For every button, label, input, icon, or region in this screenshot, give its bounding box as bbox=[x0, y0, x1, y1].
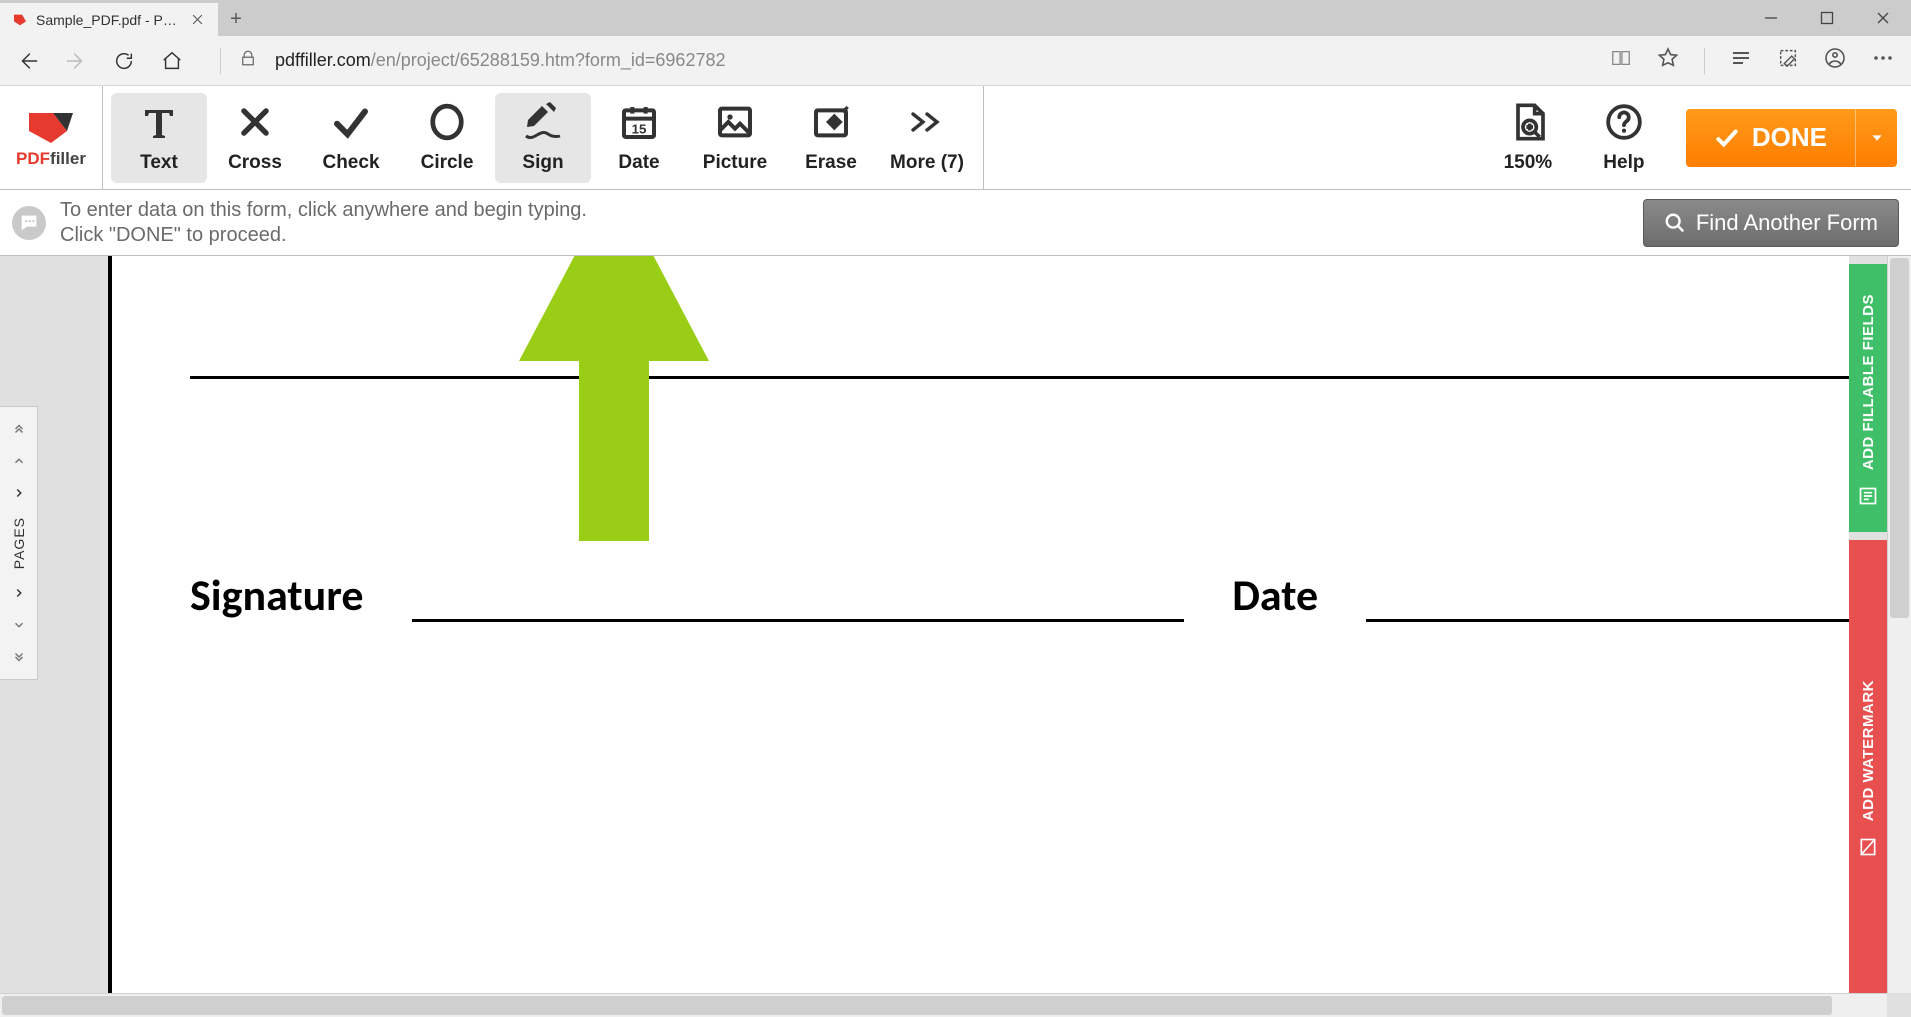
tool-text[interactable]: Text bbox=[111, 93, 207, 183]
nav-forward-button[interactable] bbox=[64, 49, 88, 73]
app-toolbar: PDFfiller Text Cross Check Circle Sign 1… bbox=[0, 86, 1911, 190]
chat-bubble-icon bbox=[12, 206, 46, 240]
check-icon bbox=[330, 102, 372, 142]
pages-label: PAGES bbox=[11, 509, 27, 577]
picture-icon bbox=[714, 102, 756, 142]
pdffiller-favicon-icon bbox=[12, 12, 28, 28]
tool-cross[interactable]: Cross bbox=[207, 93, 303, 183]
zoom-icon bbox=[1508, 102, 1548, 142]
tool-circle[interactable]: Circle bbox=[399, 93, 495, 183]
vertical-scrollbar[interactable] bbox=[1887, 256, 1911, 993]
form-fields-icon bbox=[1858, 486, 1878, 510]
sign-icon bbox=[520, 102, 566, 142]
done-button[interactable]: DONE bbox=[1686, 109, 1897, 167]
page-last-button[interactable] bbox=[0, 641, 37, 673]
tool-sign[interactable]: Sign bbox=[495, 93, 591, 183]
done-caret[interactable] bbox=[1855, 109, 1897, 167]
find-another-form-button[interactable]: Find Another Form bbox=[1643, 199, 1899, 247]
info-text: To enter data on this form, click anywhe… bbox=[60, 198, 1629, 248]
watermark-icon bbox=[1858, 837, 1878, 861]
notes-icon[interactable] bbox=[1777, 47, 1799, 74]
signature-line[interactable] bbox=[412, 578, 1185, 622]
tool-check[interactable]: Check bbox=[303, 93, 399, 183]
new-tab-button[interactable]: + bbox=[218, 2, 254, 36]
more-menu-icon[interactable] bbox=[1871, 46, 1895, 75]
browser-tab[interactable]: Sample_PDF.pdf - PDFfi bbox=[0, 2, 218, 36]
window-maximize-button[interactable] bbox=[1799, 0, 1855, 36]
brand-logo[interactable]: PDFfiller bbox=[0, 86, 102, 189]
browser-address-bar: pdffiller.com/en/project/65288159.htm?fo… bbox=[0, 36, 1911, 86]
browser-tab-strip: Sample_PDF.pdf - PDFfi + bbox=[0, 0, 1911, 36]
page-navigator: PAGES bbox=[0, 406, 38, 680]
signature-row: Signature Date bbox=[190, 568, 1849, 622]
reading-view-icon[interactable] bbox=[1610, 47, 1632, 74]
tool-picture[interactable]: Picture bbox=[687, 93, 783, 183]
horizontal-scrollbar[interactable] bbox=[0, 993, 1887, 1017]
tool-more[interactable]: More (7) bbox=[879, 93, 975, 183]
checkmark-icon bbox=[1714, 125, 1740, 151]
address-url[interactable]: pdffiller.com/en/project/65288159.htm?fo… bbox=[275, 50, 725, 71]
add-watermark-tab[interactable]: ADD WATERMARK bbox=[1849, 540, 1887, 993]
share-icon[interactable] bbox=[1823, 46, 1847, 75]
cross-icon bbox=[236, 102, 274, 142]
document-rule-line bbox=[190, 376, 1849, 379]
window-controls bbox=[1743, 0, 1911, 36]
horizontal-scroll-thumb[interactable] bbox=[2, 996, 1832, 1015]
help-icon bbox=[1605, 102, 1643, 142]
vertical-scroll-thumb[interactable] bbox=[1890, 258, 1909, 618]
chevron-down-icon bbox=[1869, 130, 1885, 146]
add-fillable-fields-tab[interactable]: ADD FILLABLE FIELDS bbox=[1849, 264, 1887, 532]
tool-zoom[interactable]: 150% bbox=[1480, 93, 1576, 183]
document-page[interactable]: Signature Date bbox=[108, 256, 1849, 993]
svg-text:15: 15 bbox=[632, 121, 647, 136]
favorite-star-icon[interactable] bbox=[1656, 46, 1680, 75]
more-chevrons-icon bbox=[907, 102, 947, 142]
nav-refresh-button[interactable] bbox=[112, 49, 136, 73]
search-icon bbox=[1664, 212, 1686, 234]
lock-icon bbox=[239, 49, 257, 72]
tool-help[interactable]: Help bbox=[1576, 93, 1672, 183]
page-next-button[interactable] bbox=[0, 609, 37, 641]
info-bar: To enter data on this form, click anywhe… bbox=[0, 190, 1911, 256]
tool-erase[interactable]: Erase bbox=[783, 93, 879, 183]
document-viewport[interactable]: Signature Date bbox=[38, 256, 1849, 993]
date-line[interactable] bbox=[1366, 578, 1849, 622]
canvas-area: Signature Date PAGES ADD FILLABLE FIELDS… bbox=[0, 256, 1911, 1017]
close-tab-icon[interactable] bbox=[188, 11, 206, 29]
window-close-button[interactable] bbox=[1855, 0, 1911, 36]
tool-date[interactable]: 15 Date bbox=[591, 93, 687, 183]
signature-label: Signature bbox=[190, 568, 364, 622]
pages-expand-button[interactable] bbox=[0, 477, 37, 509]
nav-home-button[interactable] bbox=[160, 49, 184, 73]
date-label: Date bbox=[1232, 568, 1318, 622]
browser-tab-title: Sample_PDF.pdf - PDFfi bbox=[36, 12, 180, 28]
page-first-button[interactable] bbox=[0, 413, 37, 445]
nav-back-button[interactable] bbox=[16, 49, 40, 73]
hub-icon[interactable] bbox=[1729, 46, 1753, 75]
calendar-icon: 15 bbox=[619, 102, 659, 142]
pdffiller-logo-icon bbox=[23, 107, 79, 147]
page-prev-button[interactable] bbox=[0, 445, 37, 477]
pages-collapse-button[interactable] bbox=[0, 577, 37, 609]
text-icon bbox=[139, 102, 179, 142]
window-minimize-button[interactable] bbox=[1743, 0, 1799, 36]
circle-icon bbox=[428, 102, 466, 142]
erase-icon bbox=[810, 102, 852, 142]
